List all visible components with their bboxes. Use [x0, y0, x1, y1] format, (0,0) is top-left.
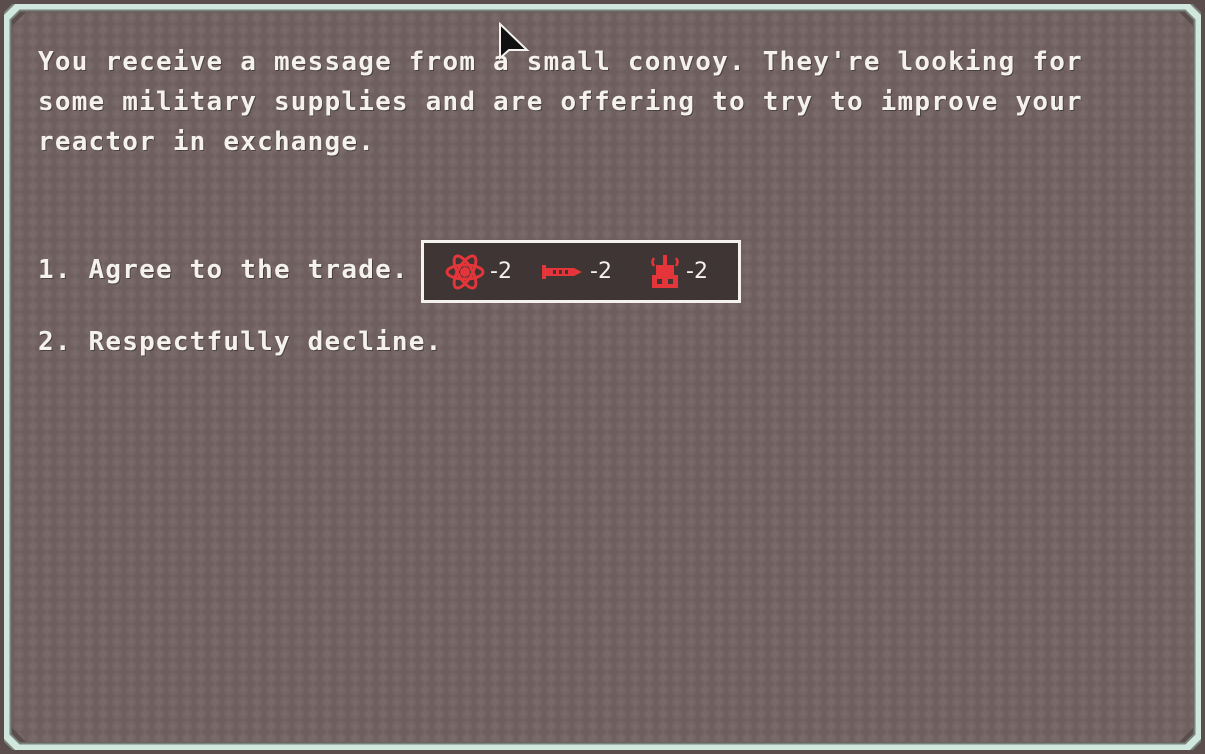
trade-cost-box: -2 -2 -2 — [421, 240, 741, 303]
choice-agree-trade[interactable]: 1. Agree to the trade. — [38, 255, 409, 285]
cost-drone-parts: -2 — [648, 243, 708, 300]
choice-respectfully-decline[interactable]: 2. Respectfully decline. — [38, 327, 442, 357]
missile-icon — [542, 264, 582, 279]
missiles-cost-value: -2 — [590, 259, 612, 284]
event-message: You receive a message from a small convo… — [38, 47, 1083, 157]
drone-parts-icon — [651, 254, 679, 288]
drone-parts-cost-value: -2 — [686, 259, 708, 284]
cost-missiles: -2 — [540, 243, 612, 300]
cost-fuel: -2 — [444, 243, 512, 300]
fuel-icon — [445, 254, 485, 289]
fuel-cost-value: -2 — [490, 259, 512, 284]
mouse-cursor-icon — [499, 22, 530, 61]
game-screen: You receive a message from a small convo… — [0, 0, 1205, 754]
event-dialog: You receive a message from a small convo… — [4, 4, 1201, 750]
